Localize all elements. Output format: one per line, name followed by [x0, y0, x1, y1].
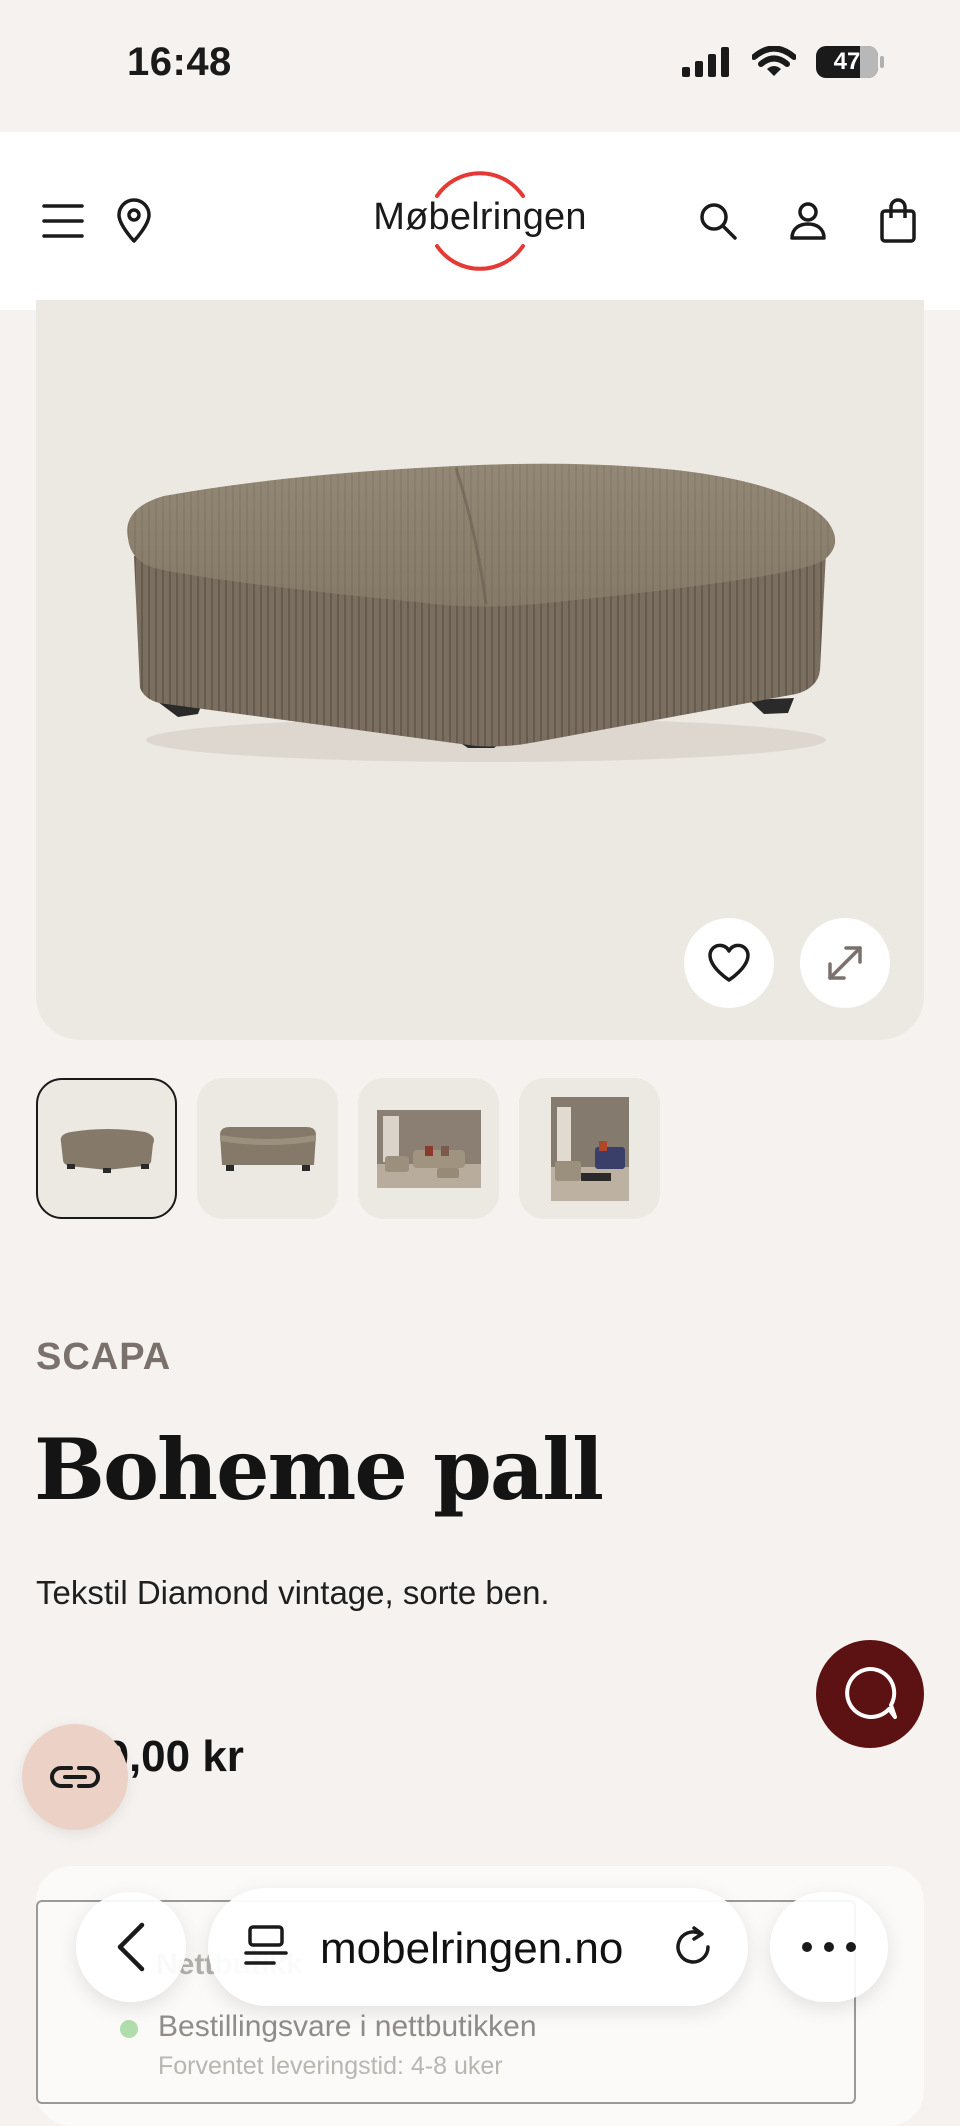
expand-icon: [828, 946, 862, 980]
expand-image-button[interactable]: [800, 918, 890, 1008]
favorite-button[interactable]: [684, 918, 774, 1008]
account-icon: [790, 202, 826, 240]
status-bar: 16:48 47: [0, 0, 960, 132]
browser-toolbar: mobelringen.no: [76, 1888, 896, 2006]
reload-icon[interactable]: [670, 1924, 716, 1970]
reader-icon: [244, 1925, 288, 1965]
location-pin-icon: [117, 198, 151, 243]
more-dots-icon: [802, 1942, 856, 1952]
search-icon: [700, 203, 737, 240]
thumbnail-1[interactable]: [36, 1078, 177, 1219]
search-button[interactable]: [687, 190, 749, 252]
heart-icon: [708, 943, 750, 982]
delivery-time: Forventet leveringstid: 4-8 uker: [158, 2052, 503, 2080]
thumbnail-2[interactable]: [197, 1078, 338, 1219]
chat-bubble-icon: [845, 1666, 897, 1719]
chat-button[interactable]: [816, 1640, 924, 1748]
site-logo[interactable]: Møbelringen: [360, 166, 600, 276]
availability-status: Bestillingsvare i nettbutikken: [158, 2010, 537, 2043]
battery-level: 47: [833, 48, 861, 75]
address-bar[interactable]: mobelringen.no: [208, 1888, 748, 2006]
link-button[interactable]: [22, 1724, 128, 1830]
signal-icon: [682, 47, 729, 77]
thumbnail-image: [376, 1109, 481, 1188]
thumbnail-image: [60, 1128, 154, 1173]
menu-icon: [42, 204, 84, 238]
menu-button[interactable]: [32, 190, 94, 252]
thumbnail-strip: [36, 1078, 660, 1219]
site-header: Møbelringen: [0, 132, 960, 310]
product-image: [127, 463, 836, 762]
product-image-gallery[interactable]: [36, 300, 924, 1040]
back-button[interactable]: [76, 1892, 186, 2002]
thumbnail-image: [550, 1096, 629, 1201]
cart-button[interactable]: [867, 190, 929, 252]
wifi-icon: [752, 46, 796, 76]
shopping-bag-icon: [880, 198, 916, 243]
product-brand[interactable]: SCAPA: [36, 1336, 171, 1379]
logo-text: Møbelringen: [373, 196, 587, 238]
chevron-left-icon: [117, 1922, 145, 1972]
thumbnail-4[interactable]: [519, 1078, 660, 1219]
status-time: 16:48: [127, 40, 232, 84]
status-dot: [120, 2020, 138, 2038]
thumbnail-image: [219, 1126, 316, 1171]
product-title: Boheme pall: [34, 1420, 604, 1519]
account-button[interactable]: [777, 190, 839, 252]
battery-indicator: 47: [816, 46, 884, 78]
status-icons: 47: [682, 46, 884, 78]
more-options-button[interactable]: [770, 1892, 888, 2002]
product-description: Tekstil Diamond vintage, sorte ben.: [36, 1574, 550, 1611]
store-locator-button[interactable]: [103, 190, 165, 252]
link-icon: [50, 1766, 100, 1788]
url-text: mobelringen.no: [320, 1924, 624, 1973]
thumbnail-3[interactable]: [358, 1078, 499, 1219]
